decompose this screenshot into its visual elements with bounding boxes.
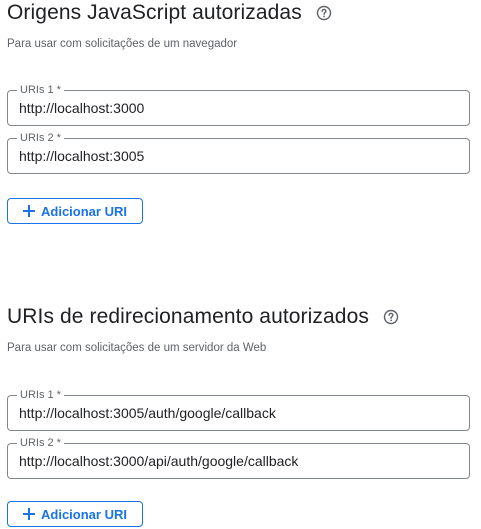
plus-icon [23, 508, 36, 520]
redirect-uri-2-input[interactable] [19, 452, 459, 470]
js-origins-add-uri-label: Adicionar URI [41, 203, 127, 219]
redirect-uri-1-field[interactable]: URIs 1 * [7, 388, 470, 431]
js-origins-title: Origens JavaScript autorizadas [7, 1, 302, 24]
help-icon[interactable] [316, 5, 332, 21]
js-origins-add-uri-button[interactable]: Adicionar URI [7, 198, 143, 224]
redirect-uri-1-input[interactable] [19, 404, 459, 422]
redirect-uri-1-label: URIs 1 * [17, 388, 64, 402]
plus-icon [23, 205, 36, 217]
help-icon[interactable] [383, 309, 399, 325]
redirect-uri-2-field[interactable]: URIs 2 * [7, 436, 470, 479]
js-origins-subtitle: Para usar com solicitações de um navegad… [7, 38, 238, 50]
js-origin-uri-2-label: URIs 2 * [17, 131, 64, 145]
redirect-uris-add-uri-label: Adicionar URI [41, 506, 127, 522]
js-origin-uri-2-field[interactable]: URIs 2 * [7, 131, 470, 174]
redirect-uris-title: URIs de redirecionamento autorizados [7, 305, 369, 328]
redirect-uris-heading-row: URIs de redirecionamento autorizados [7, 304, 399, 330]
js-origin-uri-1-input[interactable] [19, 99, 459, 117]
js-origin-uri-1-field[interactable]: URIs 1 * [7, 83, 470, 126]
redirect-uri-2-label: URIs 2 * [17, 436, 64, 450]
js-origins-heading-row: Origens JavaScript autorizadas [7, 0, 332, 26]
redirect-uris-subtitle: Para usar com solicitações de um servido… [7, 342, 267, 354]
js-origin-uri-2-input[interactable] [19, 147, 459, 165]
js-origin-uri-1-label: URIs 1 * [17, 83, 64, 97]
redirect-uris-add-uri-button[interactable]: Adicionar URI [7, 501, 143, 527]
